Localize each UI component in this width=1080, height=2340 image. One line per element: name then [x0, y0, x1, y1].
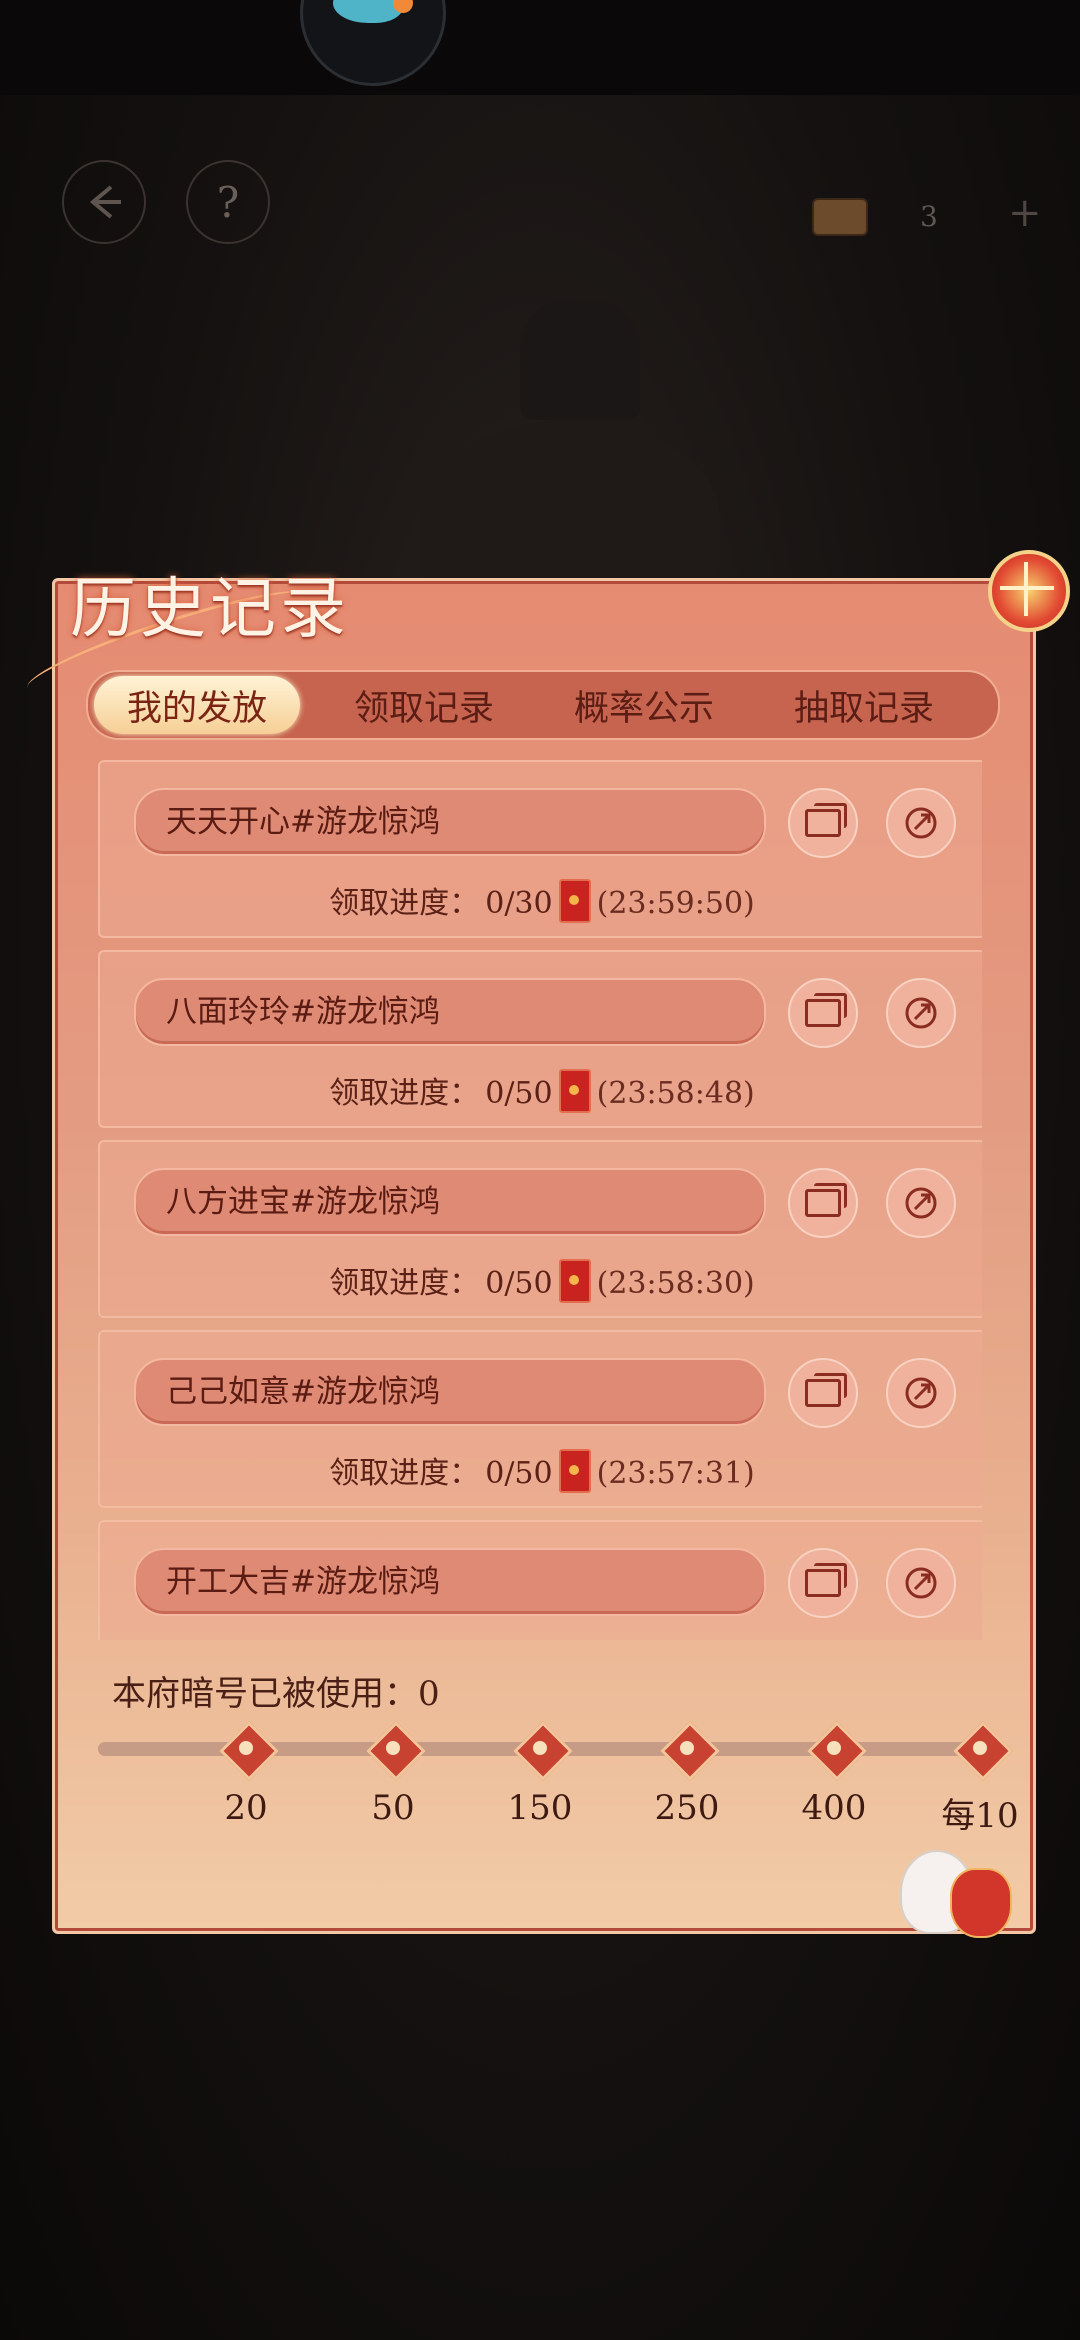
progress-value: 0/30 [485, 886, 553, 921]
gem-center [680, 1741, 694, 1755]
claim-progress: 领取进度： 0/50 (23:57:31) [100, 1448, 982, 1497]
claim-progress: 领取进度： 0/50 (23:58:30) [100, 1258, 982, 1307]
share-button[interactable] [886, 788, 956, 858]
tab-label: 概率公示 [573, 688, 714, 729]
tab-label: 领取记录 [353, 688, 494, 729]
gem-center [239, 1741, 253, 1755]
red-envelope-icon [558, 879, 591, 923]
copy-icon [805, 803, 847, 837]
record-name-pill: 开工大吉#游龙惊鸿 [134, 1548, 766, 1616]
copy-icon [805, 1183, 847, 1217]
copy-icon [805, 993, 847, 1027]
milestone-label: 250 [654, 1788, 720, 1828]
gem-center [973, 1741, 987, 1755]
list-item: 己己如意#游龙惊鸿 领取进度： 0/50 (23:57:31) [98, 1330, 982, 1508]
share-button[interactable] [886, 1358, 956, 1428]
password-usage-text: 本府暗号已被使用：0 [112, 1674, 440, 1714]
help-button[interactable]: ? [186, 160, 270, 244]
share-icon [905, 1377, 937, 1409]
record-name: 开工大吉#游龙惊鸿 [166, 1564, 440, 1600]
record-name-pill: 天天开心#游龙惊鸿 [134, 788, 766, 856]
record-list[interactable]: 天天开心#游龙惊鸿 领取进度： 0/30 (23:59:50) 八面玲玲#游龙惊鸿 [98, 760, 982, 1640]
share-button[interactable] [886, 978, 956, 1048]
copy-icon [805, 1373, 847, 1407]
share-icon [905, 807, 937, 839]
gem-center [386, 1741, 400, 1755]
record-name: 八方进宝#游龙惊鸿 [166, 1184, 440, 1220]
progress-value: 0/50 [485, 1266, 553, 1301]
milestone-250[interactable] [660, 1721, 720, 1781]
record-name: 八面玲玲#游龙惊鸿 [166, 994, 440, 1030]
copy-button[interactable] [788, 788, 858, 858]
copy-button[interactable] [788, 1548, 858, 1618]
claim-progress: 领取进度： 0/30 (23:59:50) [100, 878, 982, 927]
tab-claim-records[interactable]: 领取记录 [324, 672, 524, 738]
milestone-label: 150 [507, 1788, 573, 1828]
back-arrow-icon [89, 185, 121, 219]
list-item: 天天开心#游龙惊鸿 领取进度： 0/30 (23:59:50) [98, 760, 982, 938]
milestone-150[interactable] [513, 1721, 573, 1781]
record-time: (23:58:48) [596, 1076, 755, 1111]
progress-value: 0/50 [485, 1076, 553, 1111]
milestone-50[interactable] [366, 1721, 426, 1781]
milestone-20[interactable] [219, 1721, 279, 1781]
milestone-label: 每10 [941, 1796, 1019, 1836]
tab-label: 抽取记录 [793, 688, 934, 729]
back-button[interactable] [62, 160, 146, 244]
record-name: 天天开心#游龙惊鸿 [166, 804, 440, 840]
record-time: (23:59:50) [596, 886, 755, 921]
character-hat [520, 300, 640, 420]
list-item: 八面玲玲#游龙惊鸿 领取进度： 0/50 (23:58:48) [98, 950, 982, 1128]
currency-counter: 3 [920, 200, 938, 233]
record-name-pill: 己己如意#游龙惊鸿 [134, 1358, 766, 1426]
chest-icon [812, 198, 868, 236]
red-envelope-icon [558, 1259, 591, 1303]
share-icon [905, 1567, 937, 1599]
medal-icon [988, 550, 1070, 632]
list-item: 开工大吉#游龙惊鸿 [98, 1520, 982, 1640]
record-name: 己己如意#游龙惊鸿 [166, 1374, 440, 1410]
milestone-every-10[interactable] [953, 1721, 1013, 1781]
share-button[interactable] [886, 1548, 956, 1618]
milestone-label: 400 [801, 1788, 867, 1828]
progress-label: 领取进度： [329, 1076, 480, 1111]
record-name-pill: 八面玲玲#游龙惊鸿 [134, 978, 766, 1046]
panel-title: 历史记录 [70, 573, 350, 646]
copy-button[interactable] [788, 1168, 858, 1238]
lucky-bag-icon [950, 1868, 1012, 1938]
progress-value: 0/50 [485, 1456, 553, 1491]
copy-button[interactable] [788, 1358, 858, 1428]
share-icon [905, 997, 937, 1029]
add-currency-button[interactable]: + [1008, 190, 1042, 236]
gem-center [827, 1741, 841, 1755]
help-icon: ? [216, 177, 240, 227]
red-envelope-icon [558, 1449, 591, 1493]
top-strip [0, 0, 1080, 95]
share-button[interactable] [886, 1168, 956, 1238]
milestone-label: 20 [224, 1788, 268, 1828]
milestone-label: 50 [371, 1788, 415, 1828]
record-name-pill: 八方进宝#游龙惊鸿 [134, 1168, 766, 1236]
tab-label: 我的发放 [126, 688, 267, 729]
record-time: (23:57:31) [596, 1456, 755, 1491]
tab-my-issued[interactable]: 我的发放 [94, 676, 300, 734]
progress-label: 领取进度： [329, 886, 480, 921]
milestone-400[interactable] [807, 1721, 867, 1781]
list-item: 八方进宝#游龙惊鸿 领取进度： 0/50 (23:58:30) [98, 1140, 982, 1318]
tab-bar: 我的发放 领取记录 概率公示 抽取记录 [86, 670, 1000, 740]
tab-probability[interactable]: 概率公示 [544, 672, 744, 738]
copy-button[interactable] [788, 978, 858, 1048]
gem-center [533, 1741, 547, 1755]
progress-label: 领取进度： [329, 1266, 480, 1301]
share-icon [905, 1187, 937, 1219]
red-envelope-icon [558, 1069, 591, 1113]
copy-icon [805, 1563, 847, 1597]
progress-label: 领取进度： [329, 1456, 480, 1491]
claim-progress: 领取进度： 0/50 (23:58:48) [100, 1068, 982, 1117]
tab-draw-records[interactable]: 抽取记录 [764, 672, 964, 738]
record-time: (23:58:30) [596, 1266, 755, 1301]
